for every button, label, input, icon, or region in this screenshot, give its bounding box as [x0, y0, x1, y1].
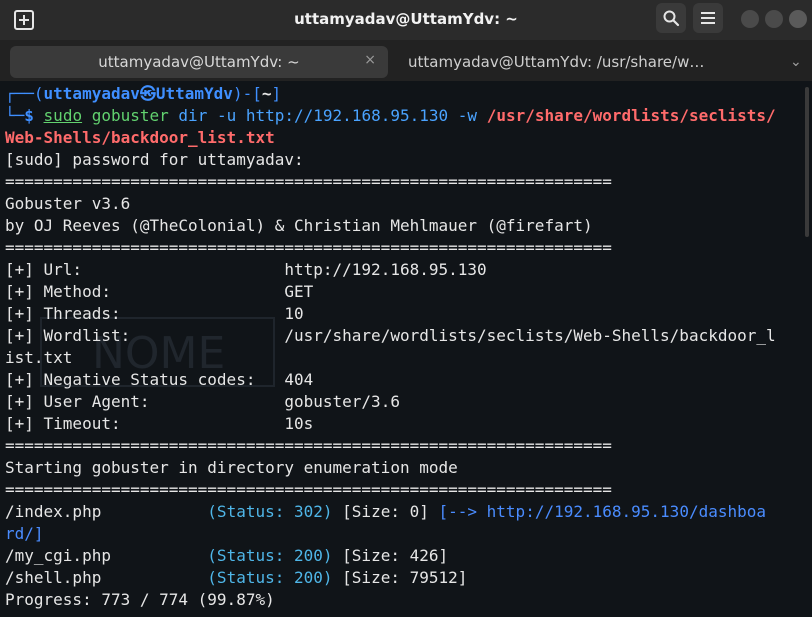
search-button[interactable]: [656, 3, 686, 33]
terminal-output[interactable]: NOME ┌──(uttamyadav㉿UttamYdv)-[~] └─$ sud…: [0, 81, 812, 617]
separator: ========================================…: [5, 480, 612, 499]
banner-line: Gobuster v3.6: [5, 194, 131, 213]
menu-button[interactable]: [693, 3, 723, 33]
config-line-user-agent: [+] User Agent: gobuster/3.6: [5, 392, 400, 411]
tab-wordlists[interactable]: uttamyadav@UttamYdv: /usr/share/w…: [400, 46, 753, 78]
search-icon: [663, 10, 680, 27]
hamburger-menu-icon: [701, 12, 715, 24]
config-line-method: [+] Method: GET: [5, 282, 314, 301]
tab-bar: uttamyadav@UttamYdv: ~ × uttamyadav@Utta…: [0, 40, 812, 81]
title-bar: uttamyadav@UttamYdv: ~: [0, 0, 812, 41]
progress-line: Progress: 773 / 774 (99.87%): [5, 590, 275, 609]
scrollbar[interactable]: [805, 87, 809, 237]
config-line-timeout: [+] Timeout: 10s: [5, 414, 314, 433]
separator: ========================================…: [5, 436, 612, 455]
window-title: uttamyadav@UttamYdv: ~: [294, 10, 518, 28]
separator: ========================================…: [5, 238, 612, 257]
tab-label: uttamyadav@UttamYdv: ~: [98, 53, 300, 71]
result-row-redirect-cont: rd/]: [5, 524, 44, 543]
maximize-button[interactable]: [765, 10, 783, 28]
config-line-url: [+] Url: http://192.168.95.130: [5, 260, 487, 279]
result-row: /index.php (Status: 302) [Size: 0] [--> …: [5, 502, 767, 521]
config-line-negative-status: [+] Negative Status codes: 404: [5, 370, 314, 389]
config-line-wordlist: [+] Wordlist: /usr/share/wordlists/secli…: [5, 326, 776, 345]
config-line-wordlist-cont: ist.txt: [5, 348, 73, 367]
result-row: /my_cgi.php (Status: 200) [Size: 426]: [5, 546, 449, 565]
separator: ========================================…: [5, 172, 612, 191]
result-row: /shell.php (Status: 200) [Size: 79512]: [5, 568, 468, 587]
sudo-prompt: [sudo] password for uttamyadav:: [5, 150, 304, 169]
close-window-button[interactable]: [789, 10, 807, 28]
terminal-lines: ┌──(uttamyadav㉿UttamYdv)-[~] └─$ sudo gob…: [5, 83, 776, 611]
prompt-line-2: └─$ sudo gobuster dir -u http://192.168.…: [5, 106, 776, 125]
prompt-line-1: ┌──(uttamyadav㉿UttamYdv)-[~]: [5, 84, 282, 103]
tab-label: uttamyadav@UttamYdv: /usr/share/w…: [408, 53, 705, 71]
mode-line: Starting gobuster in directory enumerati…: [5, 458, 458, 477]
wordlist-path-cont: Web-Shells/backdoor_list.txt: [5, 128, 275, 147]
minimize-button[interactable]: [741, 10, 759, 28]
tab-home[interactable]: uttamyadav@UttamYdv: ~ ×: [10, 46, 388, 78]
tab-overflow-chevron-icon[interactable]: ⌄: [790, 54, 802, 70]
terminal-window: uttamyadav@UttamYdv: ~ uttamyadav@UttamY…: [0, 0, 812, 617]
banner-line: by OJ Reeves (@TheColonial) & Christian …: [5, 216, 593, 235]
config-line-threads: [+] Threads: 10: [5, 304, 304, 323]
tab-close-icon[interactable]: ×: [364, 52, 376, 68]
